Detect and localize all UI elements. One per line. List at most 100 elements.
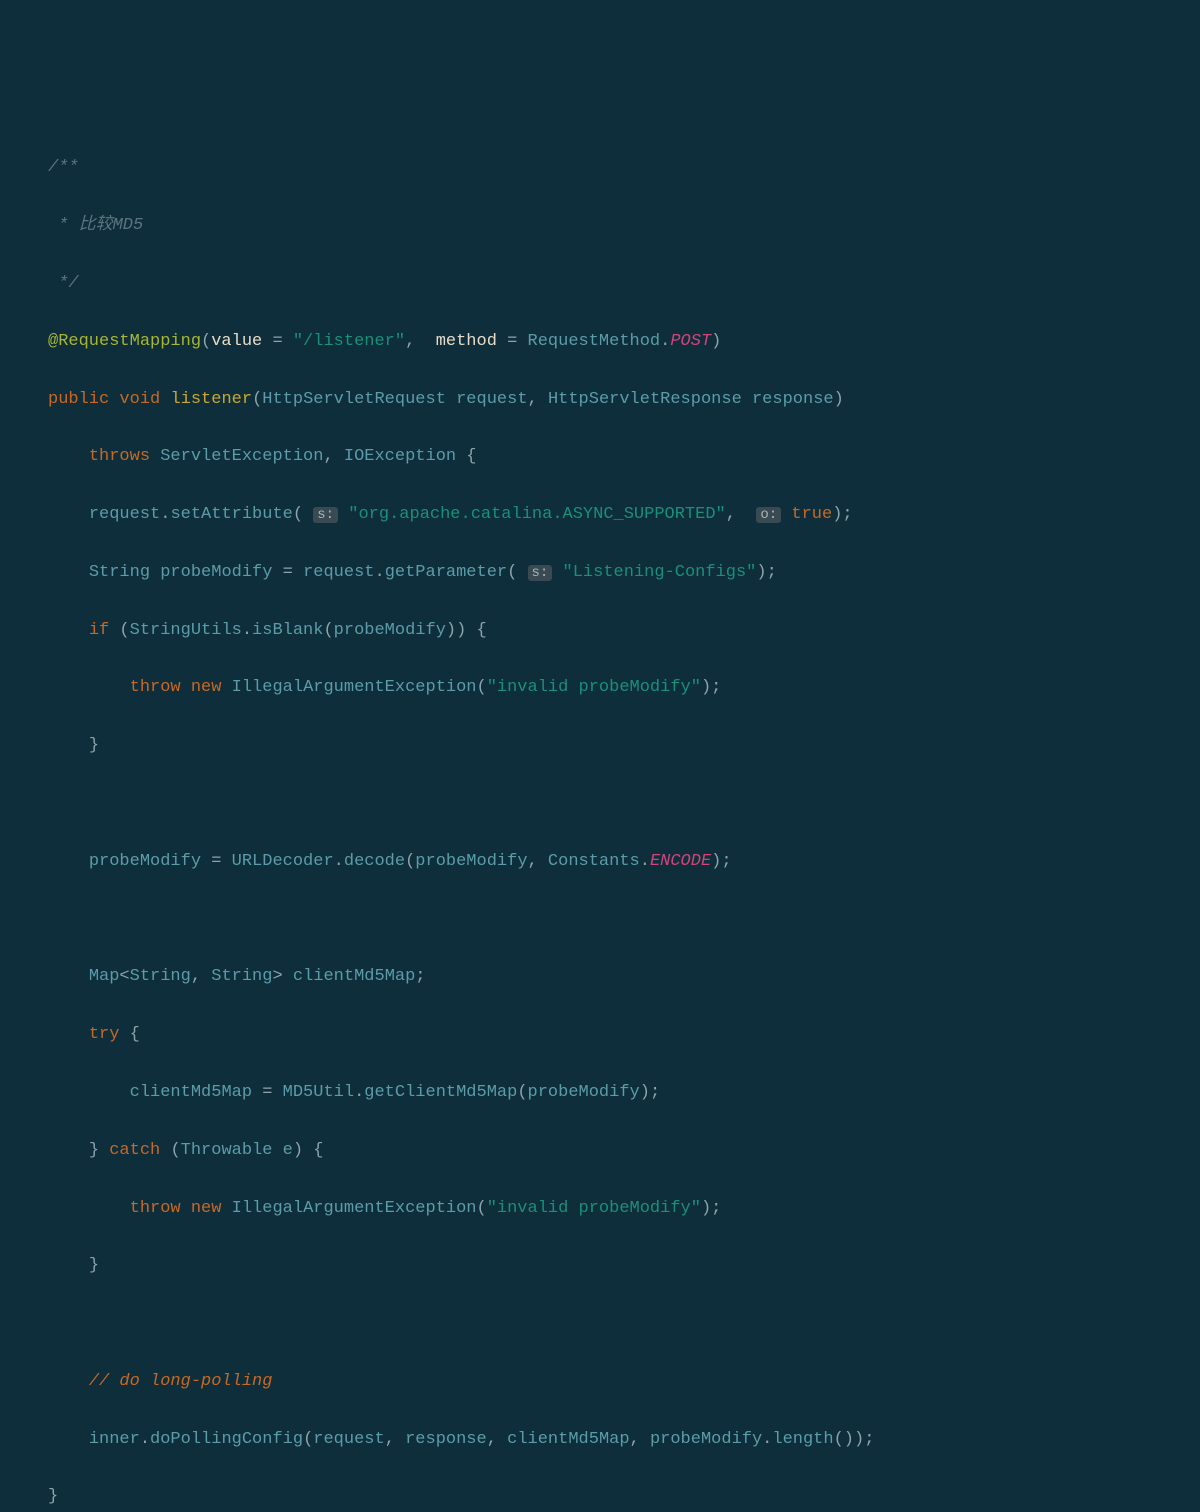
var-ref: probeModify bbox=[528, 1083, 640, 1102]
blank-line bbox=[0, 790, 1200, 819]
comment-text: * 比较MD5 bbox=[48, 216, 143, 235]
statement-getparam: String probeModify = request.getParamete… bbox=[0, 559, 1200, 588]
string-literal: "/listener" bbox=[293, 332, 405, 351]
brace-close-line: } bbox=[0, 732, 1200, 761]
space bbox=[160, 1141, 170, 1160]
blank-line bbox=[0, 1310, 1200, 1339]
class-ref: Constants bbox=[548, 852, 640, 871]
code-editor[interactable]: /** * 比较MD5 */ @RequestMapping(value = "… bbox=[0, 126, 1200, 1512]
comma: , bbox=[191, 967, 211, 986]
equals: = bbox=[252, 1083, 283, 1102]
space bbox=[150, 563, 160, 582]
paren-open: ( bbox=[119, 621, 129, 640]
blank-line bbox=[0, 906, 1200, 935]
dot: . bbox=[334, 852, 344, 871]
throw-statement: throw new IllegalArgumentException("inva… bbox=[0, 1195, 1200, 1224]
md5-assign: clientMd5Map = MD5Util.getClientMd5Map(p… bbox=[0, 1079, 1200, 1108]
comma: , bbox=[528, 390, 548, 409]
brace-open: { bbox=[466, 621, 486, 640]
space bbox=[742, 390, 752, 409]
brace-close: } bbox=[48, 1487, 58, 1506]
brace-open: { bbox=[119, 1025, 139, 1044]
type-name: HttpServletResponse bbox=[548, 390, 742, 409]
comment-line: // do long-polling bbox=[0, 1368, 1200, 1397]
paren-close: ) bbox=[854, 1430, 864, 1449]
keyword-catch: catch bbox=[109, 1141, 160, 1160]
comma: , bbox=[726, 505, 746, 524]
paren-close: ) bbox=[832, 505, 842, 524]
gt: > bbox=[272, 967, 282, 986]
method-signature: public void listener(HttpServletRequest … bbox=[0, 386, 1200, 415]
semicolon: ; bbox=[842, 505, 852, 524]
paren-close: ) bbox=[293, 1141, 303, 1160]
comment-text: */ bbox=[48, 274, 79, 293]
var-ref: response bbox=[405, 1430, 487, 1449]
dot: . bbox=[762, 1430, 772, 1449]
statement-setattribute: request.setAttribute( s: "org.apache.cat… bbox=[0, 501, 1200, 530]
string-literal: "invalid probeModify" bbox=[487, 678, 701, 697]
equals: = bbox=[201, 852, 232, 871]
var-ref: probeModify bbox=[415, 852, 527, 871]
space bbox=[109, 390, 119, 409]
comma: , bbox=[385, 1430, 405, 1449]
paren-close: ) bbox=[701, 678, 711, 697]
annotation-name: @RequestMapping bbox=[48, 332, 201, 351]
brace-open: { bbox=[303, 1141, 323, 1160]
method-call: getClientMd5Map bbox=[364, 1083, 517, 1102]
keyword-throw: throw bbox=[130, 1199, 181, 1218]
brace-close-line: } bbox=[0, 1252, 1200, 1281]
if-statement: if (StringUtils.isBlank(probeModify)) { bbox=[0, 617, 1200, 646]
paren-close: ) bbox=[711, 852, 721, 871]
class-name: RequestMethod bbox=[528, 332, 661, 351]
string-literal: "Listening-Configs" bbox=[563, 563, 757, 582]
paren-close: ) bbox=[456, 621, 466, 640]
keyword-new: new bbox=[191, 678, 222, 697]
var-ref: request bbox=[89, 505, 160, 524]
doc-comment-open: /** bbox=[0, 154, 1200, 183]
var-ref: probeModify bbox=[89, 852, 201, 871]
annotation-line: @RequestMapping(value = "/listener", met… bbox=[0, 328, 1200, 357]
equals: = bbox=[272, 563, 303, 582]
brace-close: } bbox=[89, 1256, 99, 1275]
paren-close: ) bbox=[640, 1083, 650, 1102]
dot: . bbox=[140, 1430, 150, 1449]
var-ref: probeModify bbox=[334, 621, 446, 640]
keyword-throw: throw bbox=[130, 678, 181, 697]
space bbox=[425, 332, 435, 351]
equals: = bbox=[262, 332, 293, 351]
paren-open: ( bbox=[201, 332, 211, 351]
space bbox=[272, 1141, 282, 1160]
class-name: IllegalArgumentException bbox=[232, 678, 477, 697]
var-name: e bbox=[283, 1141, 293, 1160]
paren-open: ( bbox=[303, 1430, 313, 1449]
enum-constant: POST bbox=[670, 332, 711, 351]
method-call: doPollingConfig bbox=[150, 1430, 303, 1449]
paren-close: ) bbox=[446, 621, 456, 640]
semicolon: ; bbox=[767, 563, 777, 582]
semicolon: ; bbox=[650, 1083, 660, 1102]
comma: , bbox=[528, 852, 548, 871]
try-line: try { bbox=[0, 1021, 1200, 1050]
dot: . bbox=[660, 332, 670, 351]
comment-text: /** bbox=[48, 158, 79, 177]
space bbox=[109, 621, 119, 640]
paren-open: ( bbox=[507, 563, 517, 582]
brace-close: } bbox=[89, 736, 99, 755]
keyword-public: public bbox=[48, 390, 109, 409]
class-ref: MD5Util bbox=[283, 1083, 354, 1102]
type-name: Map bbox=[89, 967, 120, 986]
space bbox=[99, 1141, 109, 1160]
param-key: method bbox=[436, 332, 497, 351]
var-name: probeModify bbox=[160, 563, 272, 582]
paren-open: ( bbox=[323, 621, 333, 640]
type-name: String bbox=[89, 563, 150, 582]
brace-close-line: } bbox=[0, 1483, 1200, 1512]
param-hint-icon: s: bbox=[528, 565, 553, 581]
space bbox=[150, 447, 160, 466]
space bbox=[181, 678, 191, 697]
space bbox=[446, 390, 456, 409]
brace-open: { bbox=[456, 447, 476, 466]
class-ref: StringUtils bbox=[130, 621, 242, 640]
var-ref: clientMd5Map bbox=[130, 1083, 252, 1102]
paren-open: ( bbox=[477, 1199, 487, 1218]
